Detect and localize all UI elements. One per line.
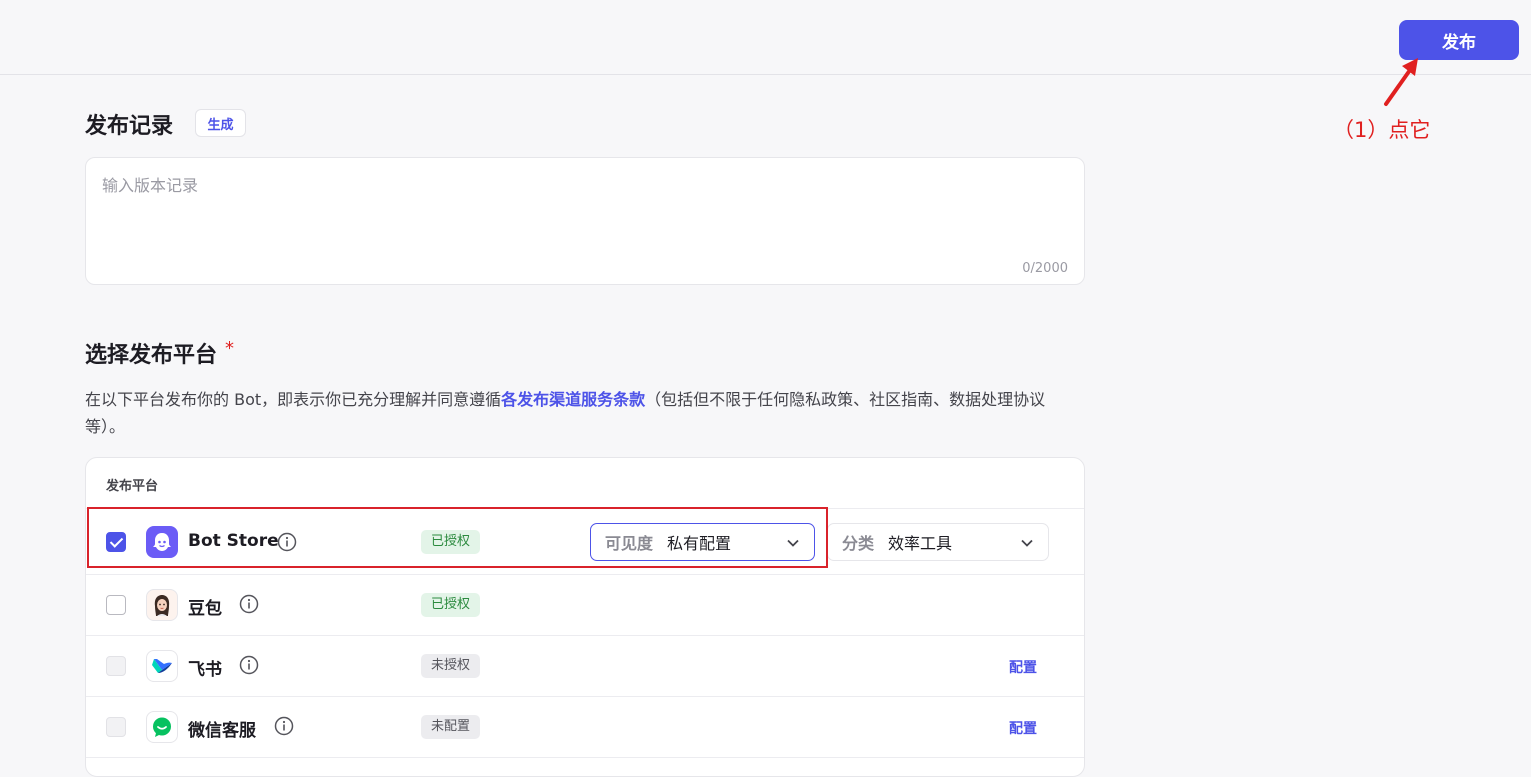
chevron-down-icon (1021, 539, 1033, 547)
table-header-label: 发布平台 (106, 479, 159, 494)
char-counter: 0/2000 (1022, 261, 1068, 276)
record-title: 发布记录 (85, 114, 174, 139)
wechat-service-config-link[interactable]: 配置 (1009, 718, 1037, 738)
chevron-down-icon (787, 539, 799, 547)
visibility-select[interactable]: 可见度 私有配置 (590, 523, 815, 561)
visibility-label: 可见度 (605, 534, 654, 553)
required-mark: * (225, 338, 234, 359)
record-input[interactable] (100, 170, 1064, 254)
platform-row-feishu: 飞书 未授权 配置 (86, 636, 1084, 697)
wechat-service-logo-icon (146, 711, 178, 743)
desc-text-before: 在以下平台发布你的 Bot，即表示你已充分理解并同意遵循 (85, 390, 502, 409)
record-input-container: 0/2000 (85, 157, 1085, 285)
info-icon[interactable] (239, 655, 259, 675)
publish-button[interactable]: 发布 (1399, 20, 1519, 60)
generate-button[interactable]: 生成 (195, 109, 246, 137)
info-icon[interactable] (277, 532, 297, 552)
status-badge: 已授权 (421, 530, 481, 554)
top-bar (0, 0, 1531, 75)
wechat-service-checkbox (106, 717, 126, 737)
feishu-name: 飞书 (188, 660, 222, 680)
feishu-checkbox (106, 656, 126, 676)
bot-store-checkbox[interactable] (106, 532, 126, 552)
status-badge: 未授权 (421, 654, 481, 678)
wechat-service-name: 微信客服 (188, 721, 256, 741)
platform-table: 发布平台 Bot Store 已授权 可见度 私有配置 分类 效率工具 豆包 已… (85, 457, 1085, 777)
platform-row-doubao: 豆包 已授权 (86, 575, 1084, 636)
bot-store-logo-icon (146, 526, 178, 558)
platform-row-bot-store: Bot Store 已授权 可见度 私有配置 分类 效率工具 (86, 509, 1084, 575)
info-icon[interactable] (239, 594, 259, 614)
annotation-text: （1）点它 (1333, 118, 1431, 142)
feishu-config-link[interactable]: 配置 (1009, 657, 1037, 677)
visibility-value: 私有配置 (667, 534, 732, 553)
status-badge: 已授权 (421, 593, 481, 617)
doubao-name: 豆包 (188, 599, 222, 619)
doubao-avatar-icon (146, 589, 178, 621)
category-label: 分类 (842, 534, 875, 553)
doubao-checkbox[interactable] (106, 595, 126, 615)
category-select[interactable]: 分类 效率工具 (827, 523, 1049, 561)
status-badge: 未配置 (421, 715, 481, 739)
terms-link[interactable]: 各发布渠道服务条款 (501, 390, 645, 409)
bot-store-name: Bot Store (188, 531, 279, 551)
platform-description: 在以下平台发布你的 Bot，即表示你已充分理解并同意遵循各发布渠道服务条款（包括… (85, 386, 1085, 440)
table-header: 发布平台 (86, 458, 1084, 509)
platform-title: 选择发布平台 (85, 343, 218, 368)
feishu-logo-icon (146, 650, 178, 682)
category-value: 效率工具 (888, 534, 953, 553)
info-icon[interactable] (274, 716, 294, 736)
platform-row-wechat-service: 微信客服 未配置 配置 (86, 697, 1084, 758)
annotation-arrow-icon (1384, 58, 1418, 106)
